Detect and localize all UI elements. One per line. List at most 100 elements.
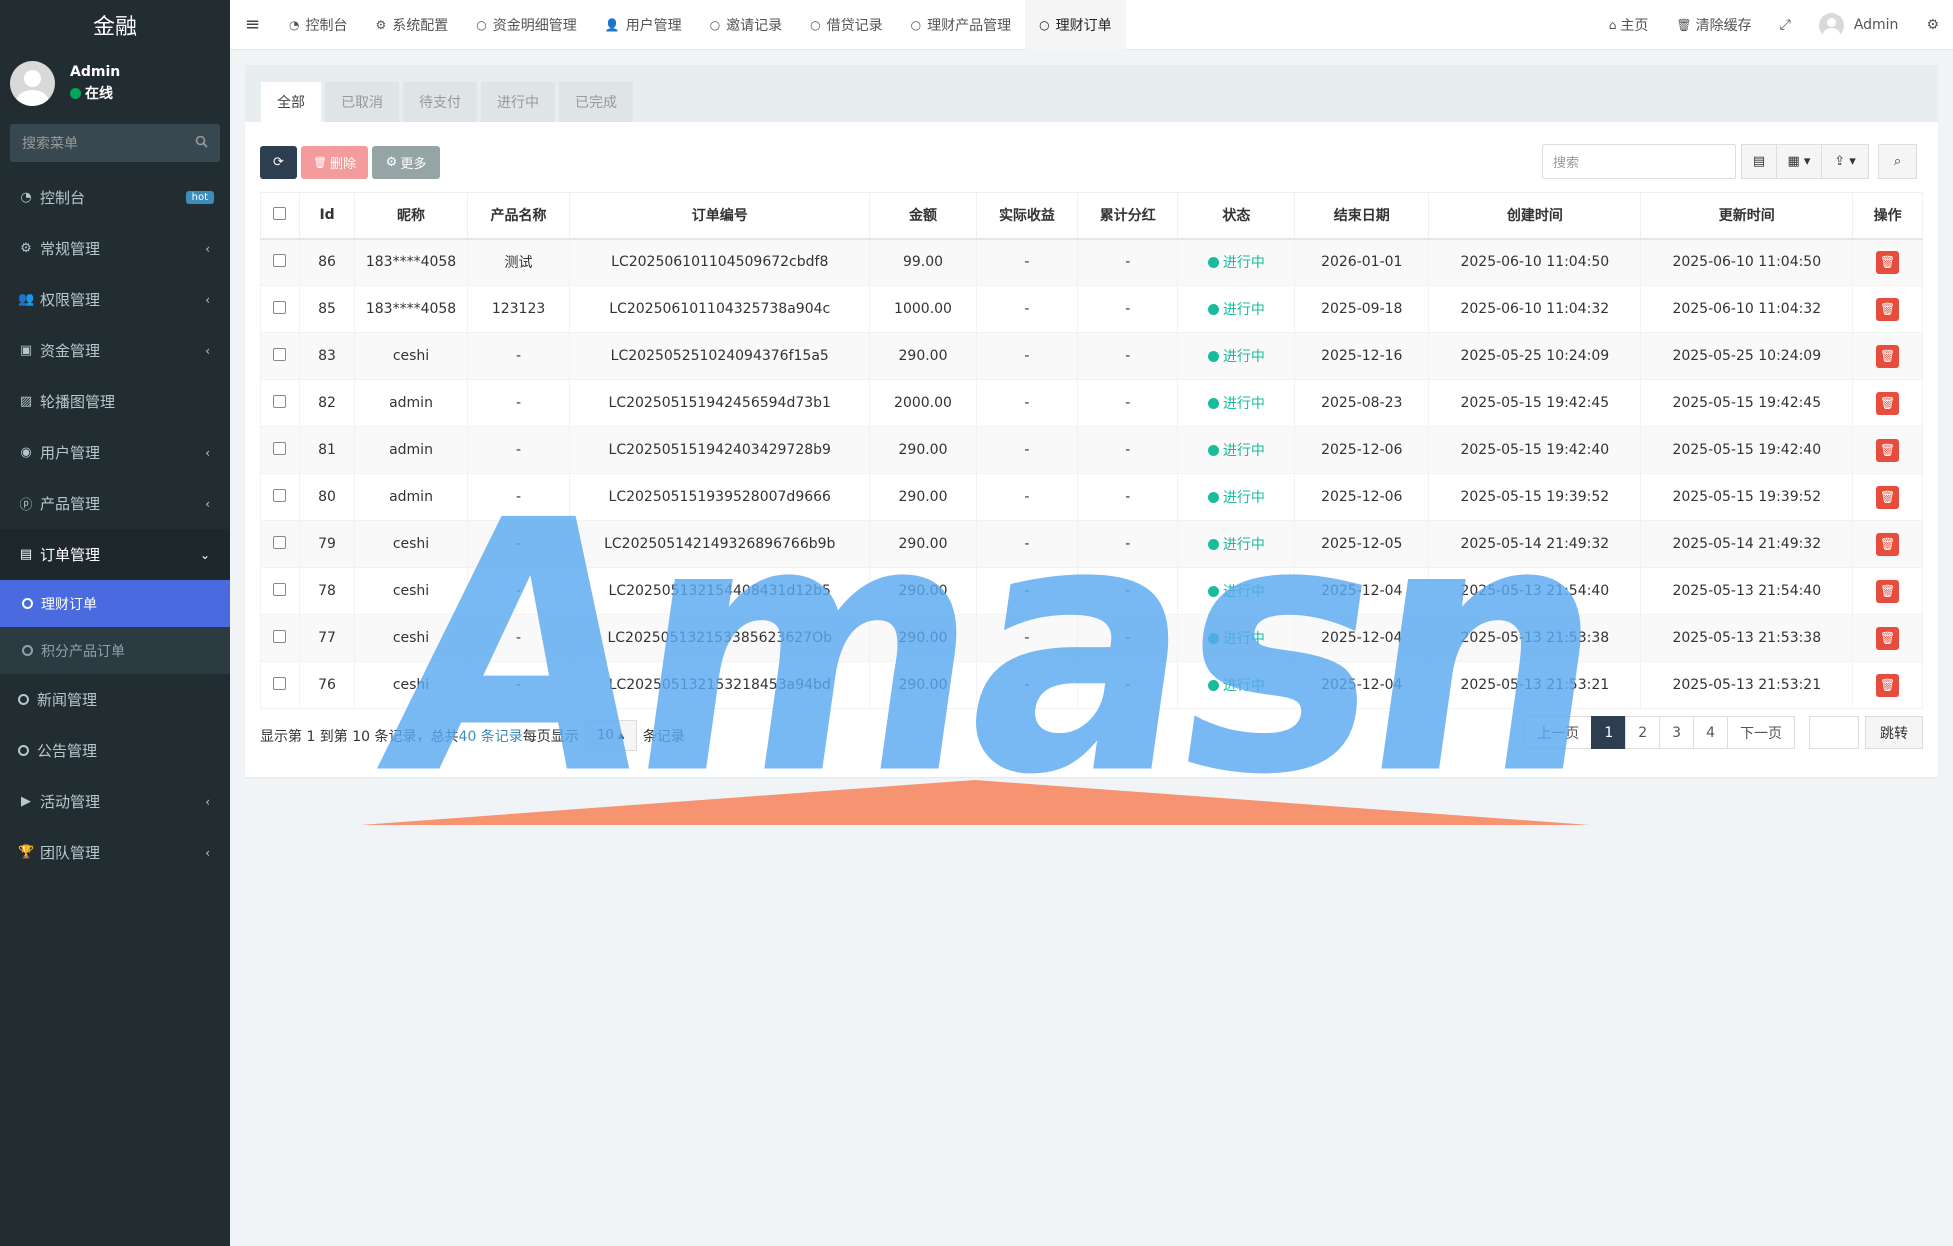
page-jump-button[interactable]: 跳转 [1865,716,1923,749]
toggle-view-button[interactable]: ▤ [1741,144,1777,179]
row-checkbox[interactable] [260,661,300,709]
column-header[interactable]: 更新时间 [1640,192,1854,240]
tab-finance-orders[interactable]: ○ 理财订单 [1025,0,1126,50]
row-delete-button[interactable]: 🗑 [1876,626,1900,650]
sidebar-item-activity[interactable]: ▶ 活动管理 ‹ [0,776,230,827]
row-checkbox[interactable] [260,238,300,286]
table-row[interactable]: 82 admin - LC202505151942456594d73b1 2000.00… [260,379,1923,427]
hot-badge: hot [185,191,214,204]
menu-toggle-icon[interactable]: ≡ [230,14,275,35]
table-row[interactable]: 86 183****4058 测试 LC202506101104509672cbdf8… [260,238,1923,286]
row-checkbox[interactable] [260,332,300,380]
row-delete-button[interactable]: 🗑 [1876,438,1900,462]
row-delete-button[interactable]: 🗑 [1876,485,1900,509]
sidebar-item-funds[interactable]: ▣ 资金管理 ‹ [0,325,230,376]
row-delete-button[interactable]: 🗑 [1876,532,1900,556]
table-search-input[interactable]: 搜索 [1542,144,1736,179]
sidebar-item-general[interactable]: ⚙ 常规管理 ‹ [0,223,230,274]
page-button[interactable]: 2 [1625,716,1661,749]
brand-logo[interactable]: 金融 [0,0,230,50]
settings-icon[interactable]: ⚙ [1912,17,1953,33]
column-header[interactable]: 创建时间 [1428,192,1642,240]
sidebar-item-news[interactable]: 新闻管理 [0,674,230,725]
status-tab-pending[interactable]: 待支付 [403,82,477,122]
refresh-button[interactable]: ⟳ [260,146,297,179]
row-checkbox[interactable] [260,567,300,615]
row-checkbox[interactable] [260,520,300,568]
status-tab-completed[interactable]: 已完成 [559,82,633,122]
cell-end: 2025-12-06 [1294,426,1430,474]
sidebar-item-notice[interactable]: 公告管理 [0,725,230,776]
sidebar-subitem-finance-orders[interactable]: 理财订单 [0,580,230,627]
home-link[interactable]: ⌂ 主页 [1595,15,1663,35]
sidebar-item-permission[interactable]: 👥 权限管理 ‹ [0,274,230,325]
table-row[interactable]: 83 ceshi - LC202505251024094376f15a5 290.00-… [260,332,1923,380]
page-button[interactable]: 1 [1591,716,1627,749]
advanced-search-button[interactable]: ⌕ [1878,144,1917,179]
columns-button[interactable]: ▦ ▾ [1776,144,1822,179]
search-icon[interactable] [195,135,208,152]
fullscreen-icon[interactable]: ⤢ [1766,17,1805,33]
table-row[interactable]: 81 admin - LC202505151942403429728b9 290.00-… [260,426,1923,474]
column-header[interactable]: 金额 [869,192,977,240]
status-tab-running[interactable]: 进行中 [481,82,555,122]
row-checkbox[interactable] [260,614,300,662]
tab-finance-products[interactable]: ○ 理财产品管理 [897,0,1025,50]
tab-dashboard[interactable]: ◔ 控制台 [275,0,361,50]
sidebar-item-users[interactable]: ◉ 用户管理 ‹ [0,427,230,478]
table-row[interactable]: 79 ceshi - LC202505142149326896766b9b 290.00… [260,520,1923,568]
column-header[interactable]: 订单编号 [569,192,871,240]
column-header[interactable]: Id [298,192,356,240]
status-tab-all[interactable]: 全部 [261,82,321,122]
sidebar-item-products[interactable]: ⓟ 产品管理 ‹ [0,478,230,529]
table-row[interactable]: 76 ceshi - LC202505132153218453a94bd 290.00-… [260,661,1923,709]
tab-loan-records[interactable]: ○ 借贷记录 [796,0,896,50]
page-button[interactable]: 4 [1693,716,1728,749]
row-delete-button[interactable]: 🗑 [1876,673,1900,697]
row-checkbox[interactable] [260,379,300,427]
chevron-left-icon: ‹ [205,292,210,307]
tab-system-config[interactable]: ⚙ 系统配置 [361,0,462,50]
sidebar-item-orders[interactable]: ▤ 订单管理 ⌄ [0,529,230,580]
column-header[interactable]: 结束日期 [1294,192,1430,240]
tab-user-management[interactable]: 👤 用户管理 [591,0,696,50]
clear-cache-button[interactable]: 🗑 清除缓存 [1662,15,1765,35]
table-row[interactable]: 80 admin - LC202505151939528007d9666 290.00-… [260,473,1923,521]
row-checkbox[interactable] [260,426,300,474]
row-checkbox[interactable] [260,473,300,521]
column-header[interactable]: 产品名称 [466,192,571,240]
sidebar-subitem-points-orders[interactable]: 积分产品订单 [0,627,230,674]
row-delete-button[interactable]: 🗑 [1876,250,1900,274]
next-page-button[interactable]: 下一页 [1727,716,1795,749]
row-delete-button[interactable]: 🗑 [1876,344,1900,368]
tab-funds-detail[interactable]: ○ 资金明细管理 [462,0,590,50]
delete-button[interactable]: 🗑 删除 [301,146,368,179]
table-row[interactable]: 77 ceshi - LC202505132153385623627Ob 290.00-… [260,614,1923,662]
column-header[interactable]: 实际收益 [975,192,1079,240]
column-header[interactable]: 昵称 [354,192,468,240]
prev-page-button[interactable]: 上一页 [1524,716,1593,749]
page-button[interactable]: 3 [1659,716,1695,749]
sidebar-item-team[interactable]: 🏆 团队管理 ‹ [0,827,230,878]
top-nav: ≡ ◔ 控制台 ⚙ 系统配置 ○ 资金明细管理 👤 用户管理 ○ 邀请记录 ○ 借贷记录 ○… [230,0,1953,50]
cell-income: - [975,379,1079,427]
sidebar-item-dashboard[interactable]: ◔ 控制台 hot [0,172,230,223]
row-checkbox[interactable] [260,285,300,333]
column-header[interactable]: 状态 [1177,192,1296,240]
select-all-checkbox[interactable] [260,192,300,240]
table-row[interactable]: 78 ceshi - LC202505132154408431d12b5 290.00-… [260,567,1923,615]
row-delete-button[interactable]: 🗑 [1876,297,1900,321]
sidebar-search-input[interactable]: 搜索菜单 [10,124,220,162]
tab-invite-records[interactable]: ○ 邀请记录 [696,0,796,50]
sidebar-item-banner[interactable]: ▨ 轮播图管理 [0,376,230,427]
export-button[interactable]: ⇪ ▾ [1821,144,1869,179]
user-menu[interactable]: Admin [1805,12,1913,38]
row-delete-button[interactable]: 🗑 [1876,391,1900,415]
more-button[interactable]: ⚙ 更多 [372,146,440,179]
row-delete-button[interactable]: 🗑 [1876,579,1900,603]
column-header[interactable]: 累计分红 [1077,192,1179,240]
status-tab-cancelled[interactable]: 已取消 [325,82,399,122]
table-row[interactable]: 85 183****4058 123123 LC202506101104325738a… [260,285,1923,333]
page-size-select[interactable]: 10 ▴ [584,720,637,751]
page-jump-input[interactable] [1809,716,1859,749]
